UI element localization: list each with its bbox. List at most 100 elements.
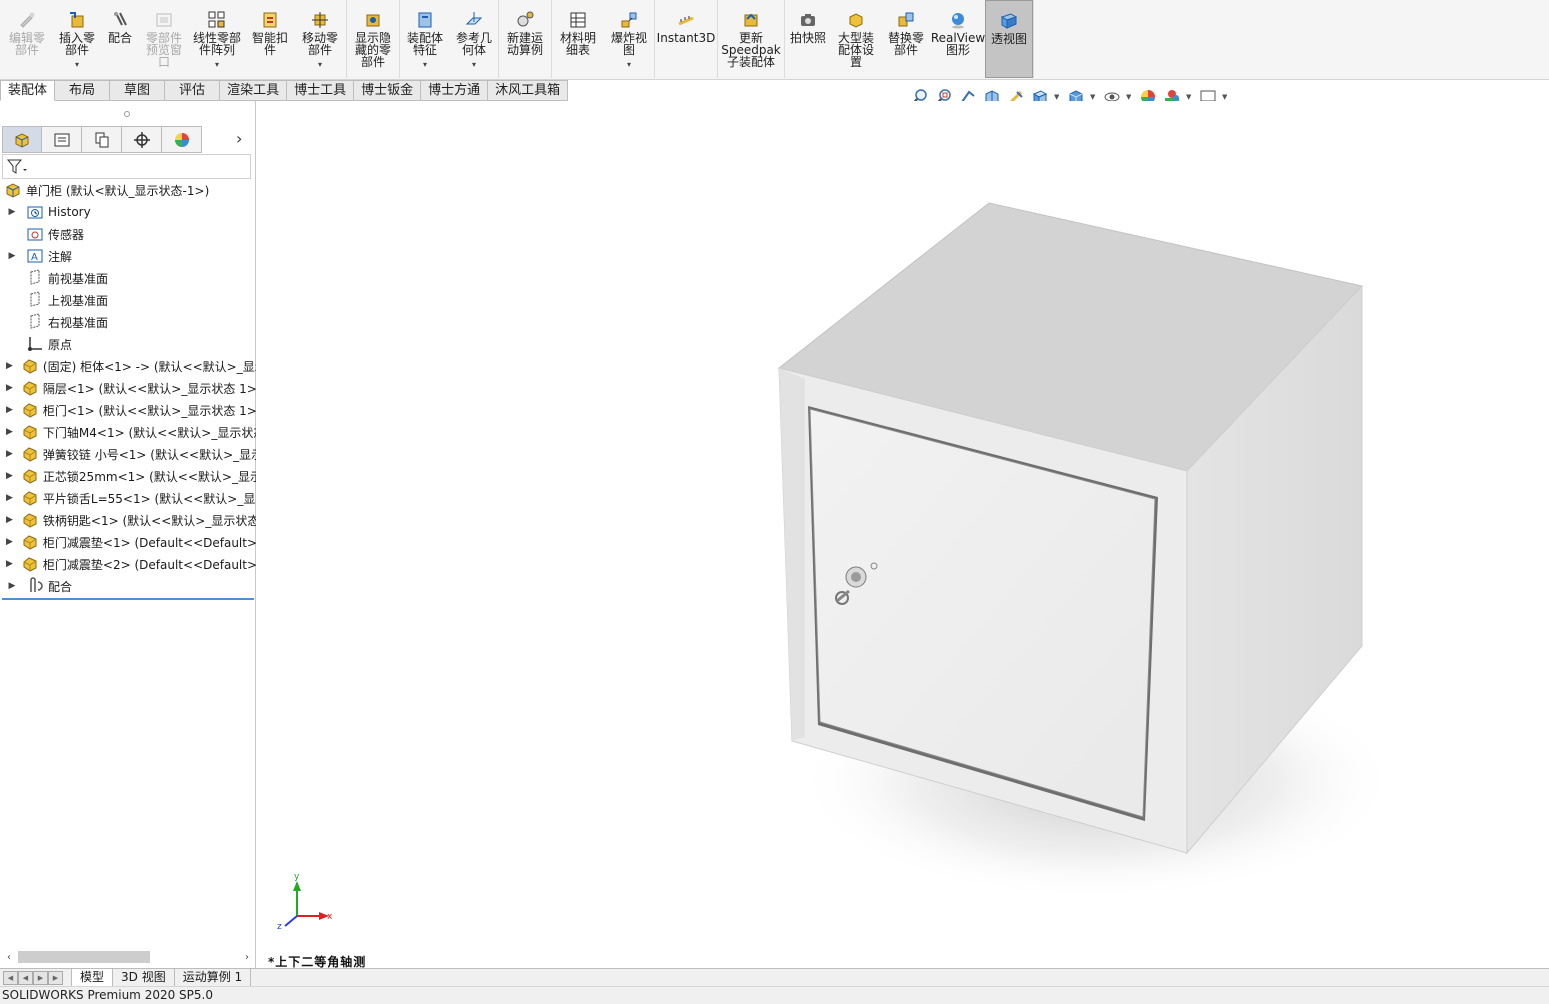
tab-motion-study[interactable]: 运动算例 1 [175,969,252,986]
graphics-area[interactable]: y x z [257,101,1549,968]
expand-arrow-icon[interactable]: ▶ [6,405,13,415]
tree-item[interactable]: ▶ 下门轴M4<1> (默认<<默认>_显示状态 1>) [0,421,256,443]
replace-component-button[interactable]: 替换零 部件 [881,0,931,78]
tree-item[interactable]: ▶传感器 [0,223,256,245]
part-icon [21,555,39,573]
scroll-thumb[interactable] [18,951,150,963]
tab-mufeng-toolbox[interactable]: 沐风工具箱 [488,80,569,101]
coordinate-triad: y x z [277,872,333,932]
chevron-down-icon[interactable]: ▾ [75,59,79,71]
expand-arrow-icon[interactable]: ▶ [6,427,13,437]
tree-item[interactable]: ▶ 配合 [0,575,256,597]
reference-geometry-button[interactable]: 参考几 何体 ▾ [450,0,498,78]
chevron-right-icon[interactable]: › [236,129,242,148]
propertymanager-tab[interactable] [42,126,82,153]
snapshot-button[interactable]: 拍快照 [785,0,831,78]
tab-sketch[interactable]: 草图 [110,80,166,101]
realview-button[interactable]: RealView 图形 [931,0,985,78]
large-assembly-button[interactable]: 大型装 配体设 置 [831,0,881,78]
component-preview-button[interactable]: 零部件 预览窗 口 [140,0,188,78]
expand-arrow-icon[interactable]: ▶ [6,537,13,547]
linear-pattern-button[interactable]: 线性零部 件阵列 ▾ [188,0,246,78]
chevron-down-icon[interactable]: ▼ [1186,93,1194,101]
featuremanager-tab[interactable] [2,126,42,153]
model-view[interactable]: y x z [257,101,1549,968]
expand-arrow-icon[interactable]: ▶ [6,251,18,261]
tree-rollback-bar[interactable] [2,598,254,600]
expand-arrow-icon[interactable]: ▶ [6,581,18,591]
tree-item[interactable]: ▶ 正芯锁25mm<1> (默认<<默认>_显示状态 1>) [0,465,256,487]
last-tab-icon[interactable]: ▶ [48,970,63,985]
first-tab-icon[interactable]: ◀ [3,970,18,985]
bom-button[interactable]: 材料明 细表 [552,0,604,78]
expand-arrow-icon[interactable]: ▶ [6,515,13,525]
mate-button[interactable]: 配合 [100,0,140,78]
tree-item[interactable]: ▶ 铁柄钥匙<1> (默认<<默认>_显示状态 1>) [0,509,256,531]
dimxpert-tab[interactable] [122,126,162,153]
insert-component-button[interactable]: 插入零 部件 ▾ [54,0,100,78]
tree-item[interactable]: ▶ History [0,201,256,223]
assembly-features-button[interactable]: 装配体 特征 ▾ [400,0,450,78]
chevron-down-icon[interactable]: ▼ [1126,93,1134,101]
speedpak-button[interactable]: 更新 Speedpak 子装配体 [718,0,784,78]
tab-model[interactable]: 模型 [71,969,114,986]
tab-boshi-tools[interactable]: 博士工具 [287,80,355,101]
tree-item[interactable]: ▶ A 注解 [0,245,256,267]
show-hidden-button[interactable]: 显示隐 藏的零 部件 [347,0,399,78]
tree-item[interactable]: ▶ (固定) 柜体<1> -> (默认<<默认>_显示状态 1>) [0,355,256,377]
chevron-down-icon[interactable]: ▼ [1222,93,1230,101]
tab-boshi-sheetmetal[interactable]: 博士钣金 [354,80,422,101]
expand-arrow-icon[interactable]: ▶ [6,207,18,217]
chevron-down-icon[interactable]: ▾ [627,59,631,71]
motion-study-icon [517,11,534,27]
expand-arrow-icon[interactable]: ▶ [6,383,13,393]
expand-arrow-icon[interactable]: ▶ [6,493,13,503]
tree-root-assembly[interactable]: 单门柜 (默认<默认_显示状态-1>) [0,179,256,201]
chevron-down-icon[interactable]: ▾ [215,59,219,71]
tree-item[interactable]: ▶ 弹簧铰链 小号<1> (默认<<默认>_显示状态 1>) [0,443,256,465]
scroll-track[interactable] [16,950,240,964]
move-component-button[interactable]: 移动零 部件 ▾ [294,0,346,78]
scroll-left-icon[interactable]: ‹ [2,952,16,963]
smart-fasteners-button[interactable]: 智能扣 件 [246,0,294,78]
configurationmanager-tab[interactable] [82,126,122,153]
next-tab-icon[interactable]: ▶ [33,970,48,985]
tab-evaluate[interactable]: 评估 [165,80,221,101]
tab-layout[interactable]: 布局 [55,80,111,101]
tab-assembly[interactable]: 装配体 [0,80,56,101]
chevron-down-icon[interactable]: ▾ [318,59,322,71]
tree-item[interactable]: ▶ 柜门<1> (默认<<默认>_显示状态 1>) [0,399,256,421]
chevron-down-icon[interactable]: ▼ [1054,93,1062,101]
displaymanager-tab[interactable] [162,126,202,153]
expand-arrow-icon[interactable]: ▶ [6,449,13,459]
chevron-down-icon[interactable]: ▾ [472,59,476,71]
perspective-button[interactable]: 透视图 [985,0,1033,78]
tree-filter[interactable] [2,154,251,179]
horizontal-scrollbar[interactable]: ‹ › [2,949,254,965]
panel-resize-grip[interactable] [124,111,130,117]
tree-item[interactable]: ▶原点 [0,333,256,355]
tree-item[interactable]: ▶ 柜门减震垫<1> (Default<<Default>_Display Sta… [0,531,256,553]
scroll-right-icon[interactable]: › [240,952,254,963]
tree-item[interactable]: ▶上视基准面 [0,289,256,311]
tree-item[interactable]: ▶ 柜门减震垫<2> (Default<<Default>_Display Sta… [0,553,256,575]
tab-boshi-tube[interactable]: 博士方通 [421,80,489,101]
exploded-view-button[interactable]: 爆炸视 图 ▾ [604,0,654,78]
ribbon-group-components: 编辑零 部件 插入零 部件 ▾ 配合 零部件 预览窗 口 线性零部 件阵列 ▾ … [0,0,347,78]
tree-item[interactable]: ▶右视基准面 [0,311,256,333]
tree-item[interactable]: ▶ 平片锁舌L=55<1> (默认<<默认>_显示状态 1>) [0,487,256,509]
tree-item[interactable]: ▶前视基准面 [0,267,256,289]
tree-item[interactable]: ▶ 隔层<1> (默认<<默认>_显示状态 1>) [0,377,256,399]
expand-arrow-icon[interactable]: ▶ [6,361,13,371]
prev-tab-icon[interactable]: ◀ [18,970,33,985]
expand-arrow-icon[interactable]: ▶ [6,471,13,481]
chevron-down-icon[interactable]: ▾ [423,59,427,71]
motion-study-button[interactable]: 新建运 动算例 [499,0,551,78]
tab-3d-views[interactable]: 3D 视图 [113,969,175,986]
instant3d-button[interactable]: Instant3D [655,0,717,78]
chevron-down-icon[interactable]: ▼ [1090,93,1098,101]
expand-arrow-icon[interactable]: ▶ [6,559,13,569]
tab-render-tools[interactable]: 渲染工具 [220,80,288,101]
reference-geometry-icon [465,12,483,25]
edit-component-button[interactable]: 编辑零 部件 [0,0,54,78]
